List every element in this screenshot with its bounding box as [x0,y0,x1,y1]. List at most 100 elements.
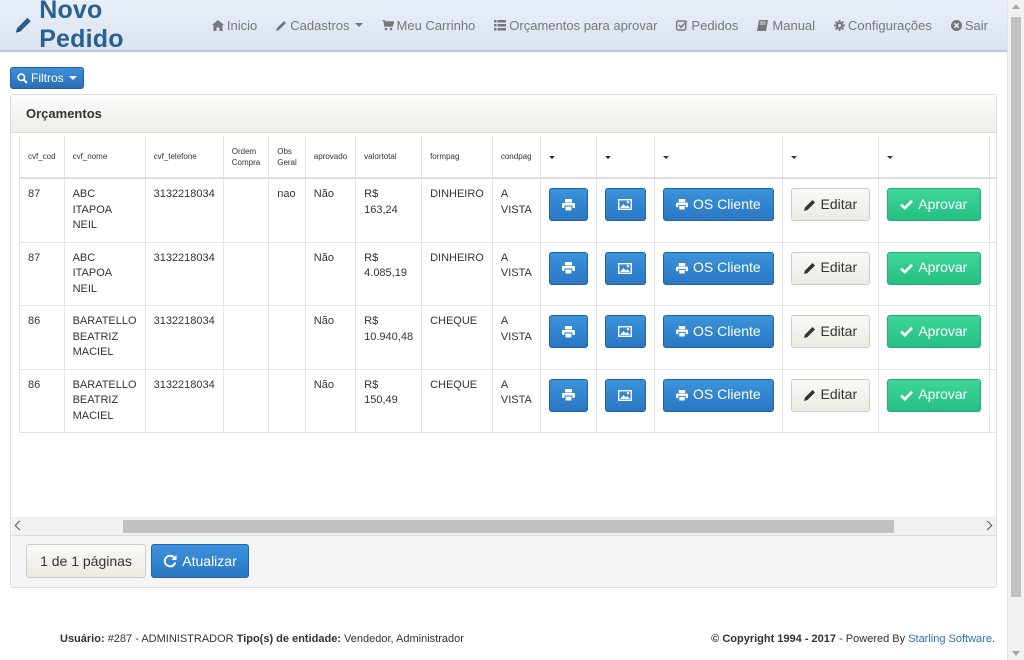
nav-item-meu-carrinho[interactable]: Meu Carrinho [381,18,475,33]
cell-value: Não [313,315,334,327]
cell-formpag: DINHEIRO [421,178,493,243]
print-button[interactable] [548,251,588,285]
search-icon [17,72,28,84]
editar-label: Editar [820,386,858,403]
print-icon [676,389,688,401]
chevron-down-icon [886,156,893,159]
table-horizontal-scrollbar[interactable] [12,518,996,535]
cell-editar: Editar [781,369,879,433]
print-icon [676,262,688,274]
cart-icon [381,19,394,30]
scrollbar-thumb[interactable] [1011,17,1021,597]
column-header-os-cliente[interactable] [653,136,783,179]
os-cliente-button[interactable]: OS Cliente [662,378,774,412]
print-button[interactable] [548,315,588,348]
column-header-editar[interactable] [781,136,879,179]
column-header-condpag[interactable]: condpag [491,136,541,179]
os-cliente-button[interactable]: OS Cliente [662,251,774,285]
refresh-button[interactable]: Atualizar [151,544,249,578]
os-cliente-label: OS Cliente [692,195,761,212]
brand[interactable]: Novo Pedido [14,0,188,54]
panel-footer: 1 de 1 páginas Atualizar [11,535,996,587]
footer-copyright: © Copyright 1994 - 2017 - Powered By Sta… [711,633,995,645]
image-button[interactable] [604,251,646,285]
cell-value: 3132218034 [153,251,215,264]
cell-cvf-nome: BARATELLO BEATRIZ MACIEL [63,305,146,370]
image-button[interactable] [604,188,646,221]
image-button[interactable] [604,378,646,412]
nav-item-cadastros[interactable]: Cadastros [276,17,363,33]
nav-item-pedidos[interactable]: Pedidos [676,18,738,33]
column-header-cvf-telefone[interactable]: cvf_telefone [144,136,224,179]
scroll-down-icon[interactable] [1012,651,1020,656]
nav-item-orcamentos-aprovar[interactable]: Orçamentos para aprovar [494,18,657,33]
editar-button[interactable]: Editar [790,188,870,221]
column-header-formpag[interactable]: formpag [421,136,493,179]
cell-os-cliente: OS Cliente [653,305,783,370]
nav-item-inicio[interactable]: Inicio [211,18,257,33]
pagination-button[interactable]: 1 de 1 páginas [26,544,146,578]
column-header-image[interactable] [595,136,655,179]
column-header-obs-geral[interactable]: Obs Geral [268,136,306,179]
header-line: Obs [277,146,292,156]
nav-item-sair[interactable]: Sair [950,18,988,33]
nav-item-configuracoes[interactable]: Configurações [834,18,932,33]
scroll-left-icon[interactable] [14,520,25,531]
os-cliente-button[interactable]: OS Cliente [662,188,774,221]
cell-value: 86 [28,378,41,391]
cell-value: 10.940,48 [364,330,414,343]
scroll-right-icon[interactable] [982,520,993,531]
column-header-valortotal[interactable]: valortotal [355,136,422,179]
aprovar-button[interactable]: Aprovar [886,315,981,348]
image-button[interactable] [604,315,646,348]
filters-button[interactable]: Filtros [10,67,84,89]
cell-value: 3132218034 [153,315,215,327]
editar-button[interactable]: Editar [790,251,870,285]
cell-aprovar: Aprovar [877,178,990,243]
column-header-aprovado[interactable]: aprovado [304,136,356,179]
column-header-print[interactable] [539,136,597,179]
cell-nome-line: ABC [72,188,96,200]
editar-button[interactable]: Editar [790,378,870,412]
scrollbar-thumb[interactable] [123,520,894,533]
os-cliente-button[interactable]: OS Cliente [662,315,774,348]
column-header-delete[interactable] [988,136,996,179]
nav-item-manual[interactable]: Manual [757,18,815,33]
aprovar-label: Aprovar [918,259,968,276]
editar-button[interactable]: Editar [790,315,870,348]
nav-item-label: Cadastros [290,17,350,33]
page-scrollbar[interactable] [1007,0,1024,660]
table-row: 87 ABC ITAPOA NEIL 3132218034 nao Não R$ 163,24… [19,178,996,243]
table-row: 87 ABC ITAPOA NEIL 3132218034 Não R$ 4.085,19 D… [19,242,996,306]
aprovar-button[interactable]: Aprovar [886,378,981,412]
cell-value: VISTA [500,203,532,216]
column-header-cvf-cod[interactable]: cvf_cod [19,136,65,179]
cell-valortotal: R$ 150,49 [355,369,422,433]
print-button[interactable] [548,188,588,221]
editar-label: Editar [820,259,858,276]
column-header-ordem-compra[interactable]: Ordem Compra [222,136,269,179]
pencil-icon [15,17,31,33]
panel-heading: Orçamentos [11,95,996,133]
cell-valortotal: R$ 10.940,48 [355,305,422,370]
print-button[interactable] [548,378,588,412]
check-square-icon [676,19,688,31]
aprovar-button[interactable]: Aprovar [886,251,981,285]
footer-user-info: Usuário: #287 - ADMINISTRADOR Tipo(s) de… [60,633,464,645]
cell-image [595,305,655,370]
home-icon [211,19,224,31]
cell-nome-line: ITAPOA NEIL [72,203,112,232]
os-cliente-label: OS Cliente [692,322,761,339]
chevron-down-icon [68,76,77,80]
column-header-aprovar[interactable] [877,136,990,179]
cell-nome-line: BEATRIZ [72,394,119,406]
aprovar-button[interactable]: Aprovar [886,188,981,221]
column-header-cvf-nome[interactable]: cvf_nome [63,136,146,179]
company-link[interactable]: Starling Software [908,633,992,645]
cell-condpag: A VISTA [491,178,541,243]
scroll-up-icon[interactable] [1012,4,1020,9]
cell-valortotal: R$ 4.085,19 [355,242,422,306]
cell-nome-line: BARATELLO [72,378,137,391]
cell-nome-line: BARATELLO [72,315,137,327]
pencil-icon [803,199,815,211]
